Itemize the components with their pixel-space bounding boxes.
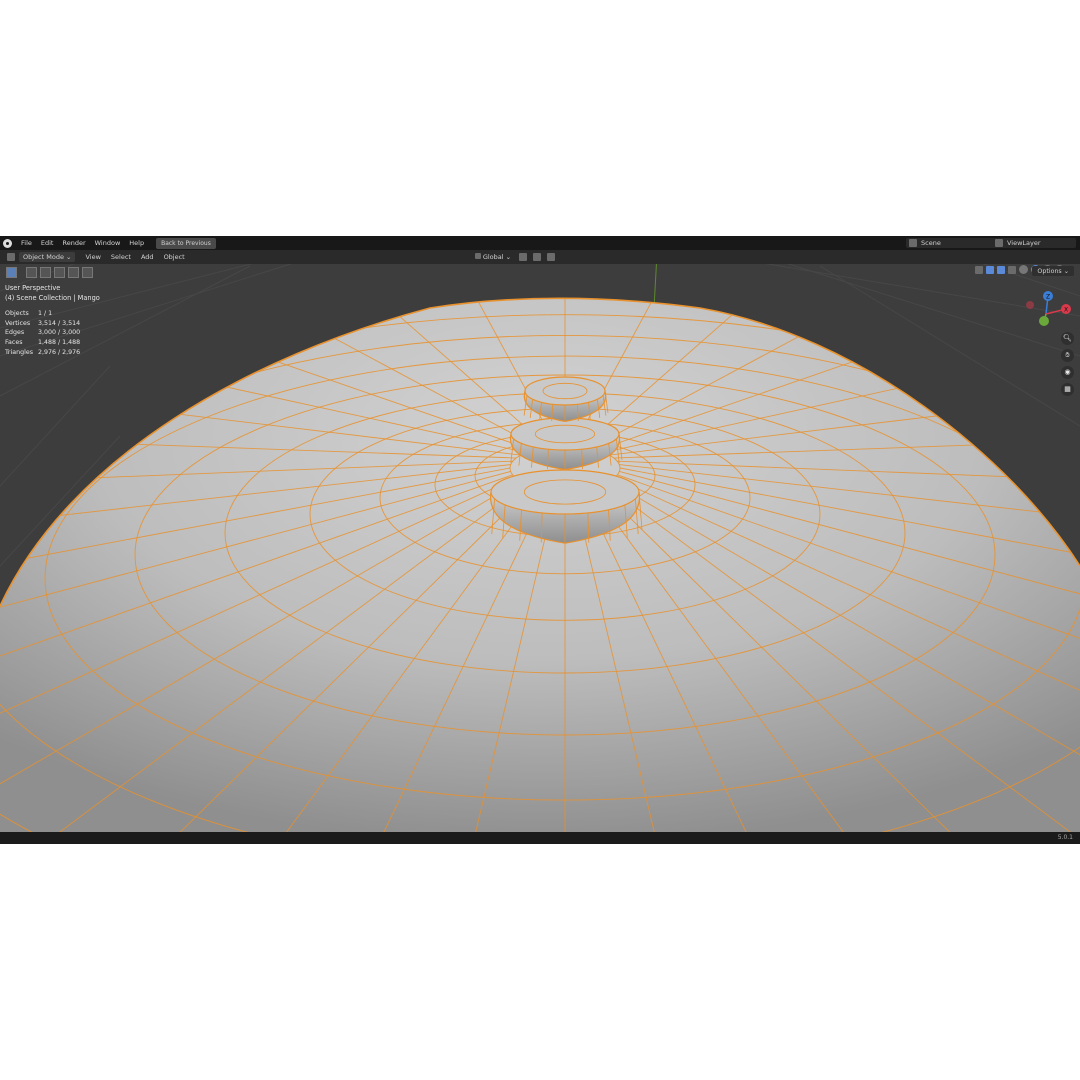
pivot-icon[interactable]	[519, 253, 528, 261]
menu-window[interactable]: Window	[95, 239, 121, 247]
neg-x-axis-handle[interactable]	[1026, 301, 1034, 309]
menu-render[interactable]: Render	[62, 239, 85, 247]
back-to-previous-button[interactable]: Back to Previous	[156, 237, 216, 249]
select-invert-icon[interactable]	[68, 267, 79, 278]
zoom-icon[interactable]: 🔍︎	[1061, 332, 1074, 345]
viewport-header: Object Mode ⌄ View Select Add Object Glo…	[0, 250, 1080, 274]
select-subtract-icon[interactable]	[54, 267, 65, 278]
options-label: Options	[1037, 267, 1062, 275]
wireframe-shading-icon[interactable]	[1019, 265, 1028, 274]
visibility-icon[interactable]	[975, 265, 983, 274]
stat-row: Vertices 3,514 / 3,514	[5, 319, 80, 329]
z-axis-label: Z	[1046, 293, 1050, 300]
orientation-label: Global	[482, 253, 504, 261]
pan-hand-icon[interactable]: ✋︎	[1061, 349, 1074, 362]
stat-value: 2,976 / 2,976	[38, 348, 81, 356]
blender-window: File Edit Render Window Help Back to Pre…	[0, 236, 1080, 844]
stat-label: Edges	[5, 329, 25, 337]
stat-label: Triangles	[5, 348, 34, 356]
y-axis-handle[interactable]	[1039, 316, 1049, 326]
menu-add[interactable]: Add	[141, 253, 154, 261]
options-dropdown[interactable]: Options ⌄	[1032, 266, 1074, 276]
scene-name: Scene	[921, 239, 941, 247]
mango-mesh[interactable]	[0, 236, 1080, 844]
transform-orientation-dropdown[interactable]: Global ⌄	[474, 253, 511, 261]
stem-tier-top	[490, 469, 640, 515]
stat-label: Faces	[5, 339, 23, 347]
stat-value: 3,000 / 3,000	[38, 329, 81, 337]
stat-row: Faces 1,488 / 1,488	[5, 338, 80, 348]
top-bar: File Edit Render Window Help Back to Pre…	[0, 236, 1080, 250]
stat-label: Vertices	[5, 319, 31, 327]
scene-icon	[909, 239, 917, 247]
stat-value: 3,514 / 3,514	[38, 319, 81, 327]
menu-view[interactable]: View	[85, 253, 100, 261]
select-extend-icon[interactable]	[40, 267, 51, 278]
stat-label: Objects	[5, 310, 29, 317]
proportional-edit-icon[interactable]	[547, 253, 556, 261]
perspective-toggle-icon[interactable]: ▦	[1061, 383, 1074, 396]
stat-row: Objects 1 / 1	[5, 309, 80, 319]
menu-file[interactable]: File	[21, 239, 32, 247]
select-tool-icon[interactable]	[6, 267, 17, 278]
viewport-info: User Perspective (4) Scene Collection | …	[5, 283, 100, 303]
orientation-icon	[474, 253, 481, 259]
select-new-icon[interactable]	[26, 267, 37, 278]
menu-edit[interactable]: Edit	[41, 239, 54, 247]
stat-row: Edges 3,000 / 3,000	[5, 328, 80, 338]
select-intersect-icon[interactable]	[82, 267, 93, 278]
camera-view-icon[interactable]: ◉	[1061, 366, 1074, 379]
scene-statistics: Objects 1 / 1 Vertices 3,514 / 3,514 Edges…	[5, 309, 80, 358]
version-label: 5.0.1	[1057, 834, 1073, 841]
xray-icon[interactable]	[1008, 265, 1016, 274]
menu-help[interactable]: Help	[129, 239, 144, 247]
select-tool-row	[6, 267, 93, 278]
stem-tier-top	[510, 417, 620, 451]
mode-label: Object Mode	[23, 253, 64, 261]
grid-line	[0, 365, 111, 487]
stat-value: 1 / 1	[38, 310, 53, 317]
status-bar: 5.0.1	[0, 832, 1080, 844]
snap-icon[interactable]	[533, 253, 542, 261]
x-axis-label: X	[1064, 306, 1068, 313]
view-layer-selector[interactable]: ViewLayer	[992, 238, 1076, 248]
scene-selector[interactable]: Scene	[906, 238, 998, 248]
overlay-toggle-icon[interactable]	[997, 265, 1005, 274]
perspective-label: User Perspective	[5, 284, 61, 292]
view-layer-name: ViewLayer	[1007, 239, 1041, 247]
blender-logo-icon[interactable]	[3, 238, 12, 248]
gizmo-toggle-icon[interactable]	[986, 265, 994, 274]
object-mode-dropdown[interactable]: Object Mode ⌄	[19, 252, 76, 262]
editor-type-icon[interactable]	[7, 253, 15, 261]
stem-tier-top	[524, 376, 606, 406]
collection-label: (4) Scene Collection | Mango	[5, 294, 100, 302]
stat-row: Triangles 2,976 / 2,976	[5, 348, 80, 358]
view-layer-icon	[995, 239, 1003, 247]
stat-value: 1,488 / 1,488	[38, 339, 81, 347]
menu-object[interactable]: Object	[164, 253, 185, 261]
menu-select[interactable]: Select	[111, 253, 131, 261]
3d-viewport[interactable]	[0, 236, 1080, 844]
